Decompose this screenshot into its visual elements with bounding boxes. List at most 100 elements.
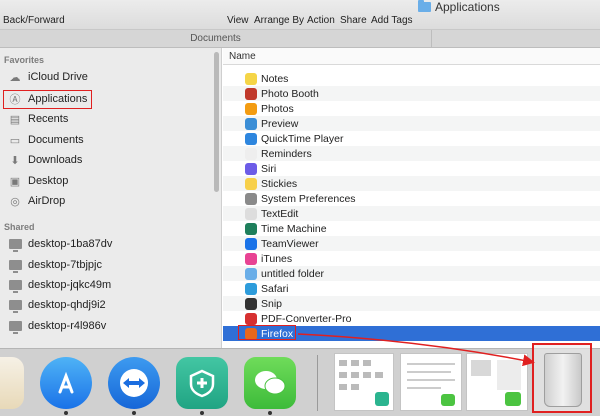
- file-row[interactable]: Photos: [223, 101, 600, 116]
- sidebar-item-label: Desktop: [28, 175, 69, 187]
- running-indicator: [200, 411, 204, 415]
- file-row[interactable]: Safari: [223, 281, 600, 296]
- file-name: System Preferences: [261, 192, 356, 205]
- sidebar-item-shared[interactable]: desktop-r4l986v: [8, 317, 106, 335]
- file-name: TextEdit: [261, 207, 299, 220]
- minimized-window-thumbnail[interactable]: [466, 353, 528, 411]
- app-icon: [245, 282, 257, 295]
- file-row[interactable]: TeamViewer: [223, 236, 600, 251]
- file-row[interactable]: untitled folder: [223, 266, 600, 281]
- tab-documents[interactable]: Documents: [0, 30, 432, 48]
- sidebar-item-shared[interactable]: desktop-7tbjpjc: [8, 256, 102, 274]
- teamviewer-icon[interactable]: [108, 357, 160, 409]
- sidebar-item-desktop[interactable]: ▣ Desktop: [8, 172, 69, 190]
- app-icon: [245, 207, 257, 220]
- file-name: untitled folder: [261, 267, 325, 280]
- file-name: Siri: [261, 162, 277, 175]
- file-row[interactable]: Time Machine: [223, 221, 600, 236]
- computer-icon: [8, 259, 22, 273]
- trash-highlight-box: [532, 343, 592, 413]
- file-row[interactable]: Notes: [223, 71, 600, 86]
- sidebar-item-label: desktop-jqkc49m: [28, 279, 112, 291]
- sidebar-item-label: AirDrop: [28, 195, 66, 207]
- arrange-by-button[interactable]: Arrange By: [254, 15, 304, 26]
- minimized-window-thumbnail[interactable]: [400, 353, 462, 411]
- file-name: PDF-Converter-Pro: [261, 312, 352, 325]
- sidebar-item-label: desktop-7tbjpjc: [28, 259, 102, 271]
- sidebar-item-label: desktop-qhdj9i2: [28, 299, 106, 311]
- folder-icon: [418, 0, 431, 12]
- tab-bar: Documents: [0, 30, 600, 48]
- file-row[interactable]: iTunes: [223, 251, 600, 266]
- sidebar-item-downloads[interactable]: ⬇ Downloads: [8, 151, 82, 169]
- file-row[interactable]: Preview: [223, 116, 600, 131]
- file-name: Snip: [261, 297, 283, 310]
- file-row[interactable]: QuickTime Player: [223, 131, 600, 146]
- trash-icon[interactable]: [544, 353, 582, 407]
- sidebar-item-icloud-drive[interactable]: ☁ iCloud Drive: [8, 68, 88, 86]
- plus-app-icon[interactable]: [176, 357, 228, 409]
- wechat-icon[interactable]: [244, 357, 296, 409]
- window-title: Applications: [418, 0, 500, 14]
- app-icon: [245, 267, 257, 280]
- window-title-text: Applications: [435, 0, 500, 14]
- sidebar-item-shared[interactable]: desktop-qhdj9i2: [8, 296, 106, 314]
- sidebar-header-favorites: Favorites: [4, 55, 45, 65]
- back-forward-button[interactable]: Back/Forward: [3, 15, 65, 26]
- sidebar-scrollbar[interactable]: [214, 52, 219, 192]
- action-button[interactable]: Action: [307, 15, 335, 26]
- sidebar-header-shared: Shared: [4, 222, 35, 232]
- view-button[interactable]: View: [227, 15, 249, 26]
- desktop-icon: ▣: [9, 175, 21, 188]
- running-indicator: [268, 411, 272, 415]
- sidebar-item-label: Documents: [28, 134, 84, 146]
- share-button[interactable]: Share: [340, 15, 367, 26]
- running-indicator: [64, 411, 68, 415]
- sidebar-item-airdrop[interactable]: ◎ AirDrop: [8, 192, 65, 210]
- file-row[interactable]: Snip: [223, 296, 600, 311]
- file-name: Time Machine: [261, 222, 327, 235]
- file-row[interactable]: Siri: [223, 161, 600, 176]
- sidebar-item-label: Recents: [28, 113, 69, 125]
- sidebar-item-label: desktop-r4l986v: [28, 320, 107, 332]
- computer-icon: [8, 279, 22, 293]
- sidebar-item-label: Downloads: [28, 154, 83, 166]
- sidebar-item-label: iCloud Drive: [28, 71, 88, 83]
- sidebar-item-documents[interactable]: ▭ Documents: [8, 131, 84, 149]
- dock-separator: [317, 355, 318, 411]
- sidebar-item-shared[interactable]: desktop-1ba87dv: [8, 235, 112, 253]
- file-row[interactable]: Firefox: [223, 326, 600, 341]
- download-icon: ⬇: [10, 154, 20, 167]
- file-name: Preview: [261, 117, 299, 130]
- app-icon: [245, 312, 257, 325]
- file-name: Reminders: [261, 147, 312, 160]
- file-name: Stickies: [261, 177, 298, 190]
- file-name: Safari: [261, 282, 289, 295]
- file-row[interactable]: Photo Booth: [223, 86, 600, 101]
- dock: [0, 343, 600, 416]
- app-store-icon[interactable]: [40, 357, 92, 409]
- file-row[interactable]: Stickies: [223, 176, 600, 191]
- app-icon: [245, 327, 257, 340]
- add-tags-button[interactable]: Add Tags: [371, 15, 413, 26]
- app-icon: [245, 297, 257, 310]
- finder-toolbar: Applications Back/Forward View Arrange B…: [0, 0, 600, 30]
- minimized-window-thumbnail[interactable]: [334, 353, 394, 411]
- file-name: QuickTime Player: [261, 132, 344, 145]
- applications-highlight-box: [3, 90, 92, 109]
- sidebar: Favorites ☁ iCloud Drive Ⓐ Applications …: [0, 48, 222, 348]
- file-row[interactable]: PDF-Converter-Pro: [223, 311, 600, 326]
- name-column-label: Name: [229, 51, 256, 62]
- sidebar-item-shared[interactable]: desktop-jqkc49m: [8, 276, 111, 294]
- list-column-header[interactable]: Name: [223, 48, 600, 65]
- app-icon: [245, 192, 257, 205]
- computer-icon: [8, 320, 22, 334]
- file-name: Notes: [261, 72, 289, 85]
- file-list: Name Notes Photo Booth Photos Preview QuickT…: [223, 48, 600, 348]
- sidebar-item-recents[interactable]: ▤ Recents: [8, 110, 69, 128]
- file-row[interactable]: TextEdit: [223, 206, 600, 221]
- file-row[interactable]: System Preferences: [223, 191, 600, 206]
- app-icon: [245, 237, 257, 250]
- textedit-icon[interactable]: [0, 357, 24, 409]
- file-row[interactable]: Reminders: [223, 146, 600, 161]
